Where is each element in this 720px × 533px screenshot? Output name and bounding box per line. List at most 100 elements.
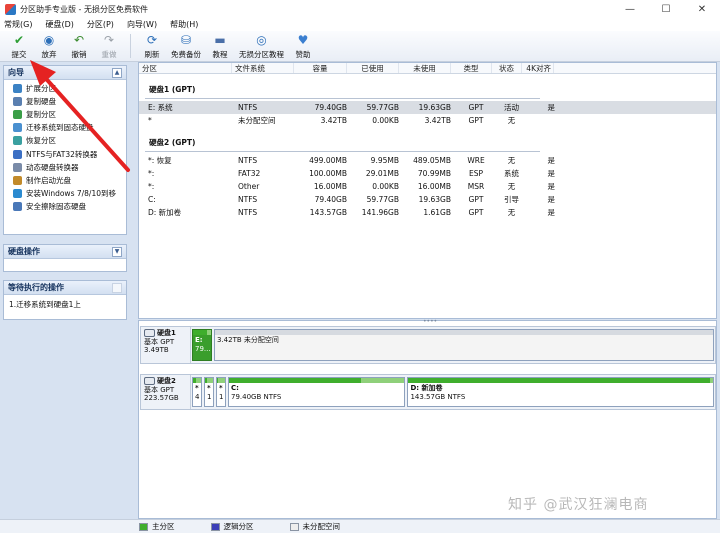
column-header[interactable]: 文件系统 (232, 63, 294, 73)
disk-heading[interactable]: 硬盘1 (GPT) (139, 84, 716, 96)
wizard-item[interactable]: 制作启动光盘 (4, 174, 126, 187)
usage-bar (193, 378, 201, 383)
partition-block[interactable]: 3.42TB 未分配空间 (214, 329, 714, 361)
usage-fill (229, 378, 361, 383)
close-button[interactable]: ✕ (684, 0, 720, 18)
partition-block[interactable]: * 1 (204, 377, 214, 407)
submit-button[interactable]: ✔ 提交 (4, 31, 34, 60)
table-cell-free: 19.63GB (418, 103, 451, 112)
disk-map-row[interactable]: 硬盘2 基本 GPT 223.57GB * 4 * 1 * 1 C: 79.40GB NTFS D: … (140, 374, 716, 410)
table-cell-align: 是 (547, 103, 556, 112)
disk-map-row[interactable]: 硬盘1 基本 GPT 3.49TB E: 79... 3.42TB 未分配空间 (140, 326, 716, 364)
column-header[interactable]: 类型 (451, 63, 492, 73)
heart-icon: ♥ (297, 33, 309, 47)
table-row[interactable]: *: Other 16.00MB 0.00KB 16.00MB MSR 无 是 (139, 180, 716, 193)
table-cell-fs: FAT32 (238, 169, 261, 178)
recover-icon (13, 136, 22, 146)
menu-help[interactable]: 帮助(H) (170, 19, 198, 30)
tutorial-button[interactable]: ▬ 教程 (205, 31, 235, 60)
menu-partition[interactable]: 分区(P) (87, 19, 114, 30)
copy-disk-icon (13, 97, 22, 107)
expand-down-icon[interactable]: ▼ (112, 246, 122, 257)
column-header[interactable]: 分区 (139, 63, 232, 73)
minimize-button[interactable]: — (612, 0, 648, 18)
partition-block-title: * (219, 384, 223, 392)
usage-bar (408, 378, 713, 383)
table-cell-used: 0.00KB (372, 182, 399, 191)
toolbar-label: 赞助 (295, 50, 311, 59)
column-header[interactable]: 已使用 (347, 63, 399, 73)
disk-heading[interactable]: 硬盘2 (GPT) (139, 137, 716, 149)
free-backup-button[interactable]: ⛁ 免费备份 (167, 31, 205, 60)
table-row[interactable]: * 未分配空间 3.42TB 0.00KB 3.42TB GPT 无 (139, 114, 716, 127)
wizard-item[interactable]: NTFS与FAT32转换器 (4, 147, 126, 160)
usage-fill (408, 378, 710, 383)
table-row[interactable]: D: 新加卷 NTFS 143.57GB 141.96GB 1.61GB GPT 无 是 (139, 206, 716, 219)
divider (145, 151, 540, 152)
window-title: 分区助手专业版 - 无损分区免费软件 (20, 4, 148, 14)
redo-button[interactable]: ↷ 重做 (94, 31, 124, 60)
wizard-item[interactable]: 扩展分区 (4, 82, 126, 95)
pending-op-item[interactable]: 1.迁移系统到硬盘1上 (4, 295, 126, 314)
legend-item: 逻辑分区 (210, 521, 254, 532)
lossless-tutorial-button[interactable]: ◎ 无损分区教程 (235, 31, 288, 60)
splitter-handle[interactable]: •••• (423, 318, 437, 325)
menu-general[interactable]: 常规(G) (4, 19, 32, 30)
disk-ops-panel: 硬盘操作 ▼ (3, 244, 127, 272)
wizard-item[interactable]: 安装Windows 7/8/10到移 (4, 187, 126, 200)
collapse-up-icon[interactable]: ▲ (112, 67, 122, 78)
wizard-item[interactable]: 迁移系统到固态硬盘 (4, 121, 126, 134)
wizard-item-label: 复制分区 (26, 110, 56, 120)
table-row[interactable]: C: NTFS 79.40GB 59.77GB 19.63GB GPT 引导 是 (139, 193, 716, 206)
partition-block[interactable]: E: 79... (192, 329, 212, 361)
toolbar-label: 免费备份 (171, 50, 201, 59)
wizard-item[interactable]: 安全擦除固态硬盘 (4, 200, 126, 213)
table-cell-type: ESP (468, 169, 484, 178)
table-row[interactable]: *: FAT32 100.00MB 29.01MB 70.99MB ESP 系统 是 (139, 167, 716, 180)
column-header[interactable]: 状态 (492, 63, 522, 73)
table-row[interactable]: *: 恢复 NTFS 499.00MB 9.95MB 489.05MB WRE 无 是 (139, 154, 716, 167)
table-cell-capacity: 16.00MB (313, 182, 347, 191)
table-cell-free: 1.61GB (423, 208, 451, 217)
column-header[interactable]: 容量 (294, 63, 347, 73)
partition-block-detail: 4 (195, 392, 200, 401)
legend-bar: 主分区 逻辑分区 未分配空间 (0, 519, 720, 533)
partition-block[interactable]: * 4 (192, 377, 202, 407)
menu-wizard[interactable]: 向导(W) (127, 19, 157, 30)
refresh-button[interactable]: ⟳ 刷新 (137, 31, 167, 60)
disk-ops-header[interactable]: 硬盘操作 ▼ (4, 245, 126, 259)
column-header[interactable]: 未使用 (399, 63, 451, 73)
discard-button[interactable]: ◉ 放弃 (34, 31, 64, 60)
disk-info: 硬盘2 基本 GPT 223.57GB (141, 375, 191, 409)
table-cell-align: 是 (547, 169, 556, 178)
wizard-panel-header[interactable]: 向导 ▲ (4, 66, 126, 80)
table-cell-used: 0.00KB (372, 116, 399, 125)
tutorial-icon: ▬ (214, 33, 226, 47)
table-cell-used: 141.96GB (361, 208, 399, 217)
table-cell-type: GPT (468, 208, 484, 217)
discard-icon: ◉ (43, 33, 55, 47)
table-cell-partition: *: (148, 169, 155, 178)
wizard-item[interactable]: 复制分区 (4, 108, 126, 121)
table-cell-status: 无 (507, 208, 516, 217)
table-cell-used: 59.77GB (366, 103, 399, 112)
menu-disk[interactable]: 硬盘(D) (45, 19, 73, 30)
partition-block[interactable]: C: 79.40GB NTFS (228, 377, 406, 407)
partition-block[interactable]: D: 新加卷 143.57GB NTFS (407, 377, 714, 407)
maximize-button[interactable]: ☐ (648, 0, 684, 18)
wizard-item[interactable]: 动态硬盘转换器 (4, 161, 126, 174)
undo-button[interactable]: ↶ 撤销 (64, 31, 94, 60)
partition-block[interactable]: * 1 (216, 377, 226, 407)
disk-group: 硬盘1 (GPT) E: 系统 NTFS 79.40GB 59.77GB 19.63GB G… (139, 84, 716, 127)
table-cell-used: 9.95MB (370, 156, 399, 165)
wizard-item[interactable]: 恢复分区 (4, 134, 126, 147)
toolbar-label: 刷新 (144, 50, 160, 59)
wizard-item[interactable]: 复制硬盘 (4, 95, 126, 108)
column-header[interactable]: 4K对齐 (522, 63, 554, 73)
table-cell-free: 3.42TB (424, 116, 451, 125)
pending-ops-panel: 等待执行的操作 1.迁移系统到硬盘1上 (3, 280, 127, 320)
pending-toggle-icon (112, 282, 122, 293)
usage-fill (217, 378, 218, 383)
table-row[interactable]: E: 系统 NTFS 79.40GB 59.77GB 19.63GB GPT 活动 是 (139, 101, 716, 114)
sponsor-button[interactable]: ♥ 赞助 (288, 31, 318, 60)
